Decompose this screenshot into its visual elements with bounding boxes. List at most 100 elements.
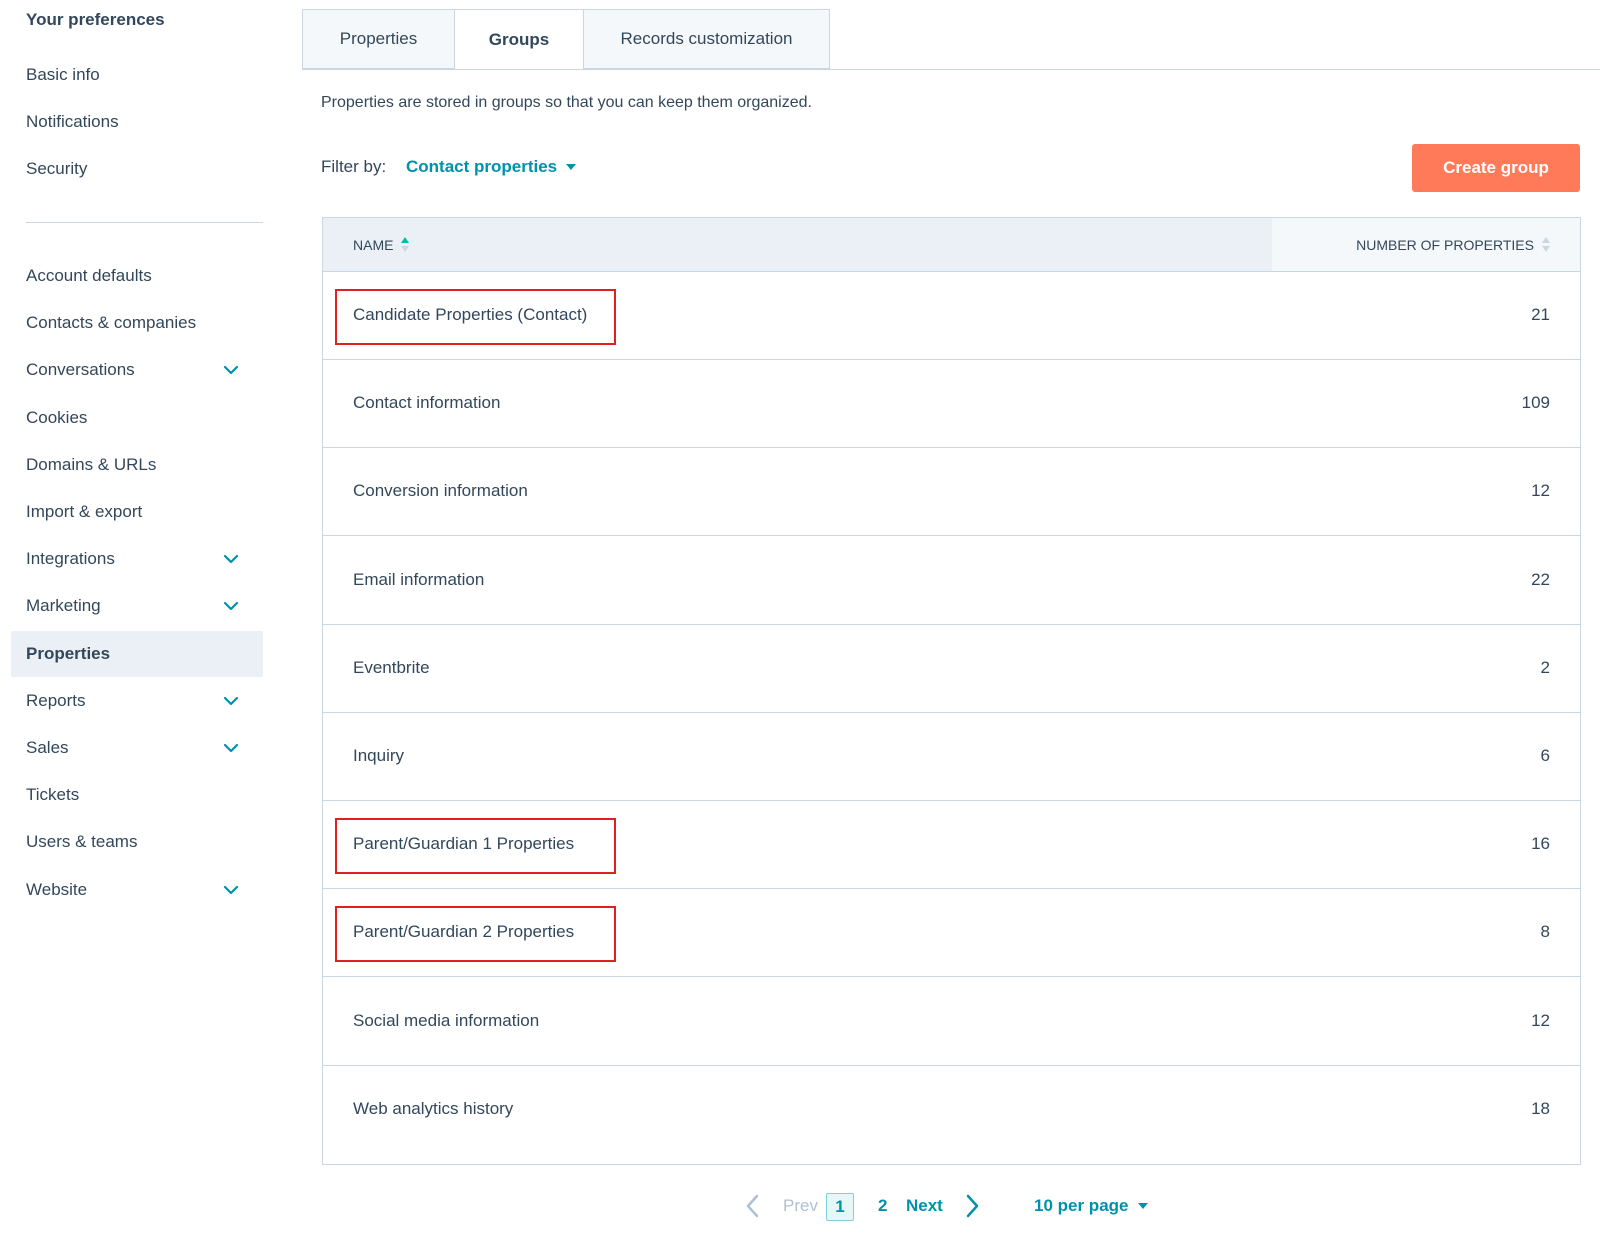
property-count: 12 [1531,481,1550,500]
group-name[interactable]: Web analytics history [353,1065,513,1153]
filter-dropdown[interactable]: Contact properties [406,157,577,177]
table-row: Parent/Guardian 2 Properties 8 [323,888,1580,977]
sort-icon [1542,237,1550,252]
sidebar-item-account-defaults[interactable]: Account defaults [11,253,263,299]
sidebar-item-security[interactable]: Security [11,146,263,192]
group-name[interactable]: Eventbrite [353,624,430,712]
column-header-label: NAME [353,236,394,253]
caret-down-icon [566,164,577,170]
groups-table: NAME NUMBER OF PROPERTIES Candidate Prop… [322,217,1581,1165]
sidebar-item-conversations[interactable]: Conversations [11,347,263,393]
sidebar-item-label: Sales [26,738,69,757]
sidebar-item-label: Tickets [26,785,80,804]
sidebar-item-label: Reports [26,691,86,710]
table-row: Conversion information 12 [323,447,1580,536]
table-row: Eventbrite 2 [323,624,1580,713]
sort-icon [401,237,410,252]
page-2-button[interactable]: 2 [878,1190,887,1222]
sidebar-item-label: Integrations [26,549,115,568]
sidebar-item-label: Basic info [26,65,100,84]
sidebar-item-label: Marketing [26,596,101,615]
table-row: Parent/Guardian 1 Properties 16 [323,800,1580,889]
table-header: NAME NUMBER OF PROPERTIES [323,218,1580,272]
column-header-label: NUMBER OF PROPERTIES [1356,236,1534,253]
group-name[interactable]: Social media information [353,977,539,1065]
sidebar-item-marketing[interactable]: Marketing [11,583,263,629]
filter-label: Filter by: [321,157,387,176]
sidebar-item-contacts-companies[interactable]: Contacts & companies [11,300,263,346]
column-header-name[interactable]: NAME [323,218,1272,271]
highlight-box [335,906,616,962]
sidebar-item-properties[interactable]: Properties [11,631,263,677]
chevron-down-icon[interactable] [221,360,241,380]
sidebar-divider [26,222,263,223]
column-header-count[interactable]: NUMBER OF PROPERTIES [1272,218,1580,271]
prev-button[interactable]: Prev [783,1190,818,1222]
sidebar-item-website[interactable]: Website [11,867,263,913]
page-1-button[interactable]: 1 [826,1193,854,1221]
sidebar-item-sales[interactable]: Sales [11,725,263,771]
sidebar-item-cookies[interactable]: Cookies [11,395,263,441]
table-row: Email information 22 [323,536,1580,625]
tab-groups[interactable]: Groups [454,9,584,70]
sidebar-item-label: Properties [26,644,111,663]
tab-underline [302,69,1600,70]
property-count: 12 [1531,1011,1550,1030]
sidebar-item-label: Cookies [26,408,88,427]
table-row: Social media information 12 [323,977,1580,1066]
property-count: 16 [1531,834,1550,853]
per-page-dropdown[interactable]: 10 per page [1034,1190,1148,1222]
sidebar-item-label: Import & export [26,502,143,521]
property-count: 2 [1540,658,1550,677]
tab-label: Groups [488,29,550,49]
tab-properties[interactable]: Properties [302,9,455,69]
group-name[interactable]: Contact information [353,359,500,447]
sidebar-item-label: Users & teams [26,832,138,851]
sidebar-item-label: Notifications [26,112,119,131]
group-name[interactable]: Email information [353,536,484,624]
chevron-left-icon [745,1190,761,1222]
property-count: 22 [1531,570,1550,589]
next-button[interactable]: Next [906,1190,943,1222]
sidebar-item-label: Security [26,159,88,178]
settings-sidebar: Your preferences Basic info Notification… [0,0,270,1243]
create-group-button[interactable]: Create group [1412,144,1580,192]
chevron-down-icon[interactable] [221,738,241,758]
tab-records-customization[interactable]: Records customization [583,9,830,69]
tab-label: Properties [339,29,418,48]
table-row: Inquiry 6 [323,712,1580,801]
chevron-down-icon[interactable] [221,549,241,569]
sidebar-item-reports[interactable]: Reports [11,678,263,724]
sidebar-item-import-export[interactable]: Import & export [11,489,263,535]
per-page-label: 10 per page [1034,1196,1129,1215]
property-count: 6 [1540,746,1550,765]
highlight-box [335,818,616,874]
chevron-down-icon[interactable] [221,691,241,711]
tab-label: Records customization [620,29,793,48]
sidebar-item-label: Domains & URLs [26,455,157,474]
page-description: Properties are stored in groups so that … [321,94,812,111]
filter-value: Contact properties [406,157,558,176]
sidebar-item-users-teams[interactable]: Users & teams [11,819,263,865]
highlight-box [335,289,616,345]
pagination: Prev 1 2 Next 10 per page [0,1190,1600,1222]
sidebar-item-tickets[interactable]: Tickets [11,772,263,818]
sidebar-item-label: Account defaults [26,266,152,285]
group-name[interactable]: Conversion information [353,447,528,535]
property-count: 8 [1540,922,1550,941]
property-count: 21 [1531,305,1550,324]
sidebar-item-notifications[interactable]: Notifications [11,99,263,145]
sidebar-item-label: Contacts & companies [26,313,197,332]
table-row: Contact information 109 [323,359,1580,448]
sidebar-item-label: Conversations [26,360,135,379]
property-count: 18 [1531,1099,1550,1118]
sidebar-item-label: Website [26,880,88,899]
sidebar-item-basic-info[interactable]: Basic info [11,52,263,98]
table-row: Candidate Properties (Contact) 21 [323,271,1580,360]
sidebar-item-domains-urls[interactable]: Domains & URLs [11,442,263,488]
group-name[interactable]: Inquiry [353,712,404,800]
sidebar-item-integrations[interactable]: Integrations [11,536,263,582]
chevron-down-icon[interactable] [221,880,241,900]
chevron-right-icon[interactable] [964,1190,980,1222]
chevron-down-icon[interactable] [221,596,241,616]
